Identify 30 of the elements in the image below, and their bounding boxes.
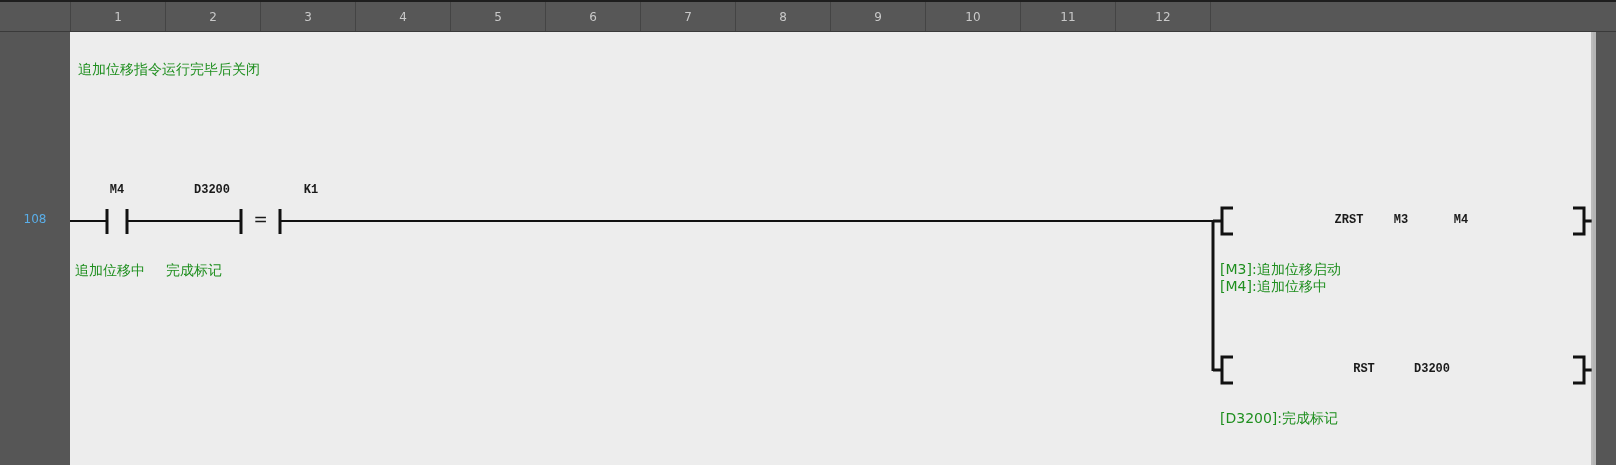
column-number: 11 xyxy=(1021,2,1116,31)
step-number: 108 xyxy=(22,212,48,226)
device-label: M4 xyxy=(109,183,125,197)
device-comment: 完成标记 xyxy=(166,261,222,280)
rung-comment: 追加位移指令运行完毕后关闭 xyxy=(78,60,260,79)
column-number: 8 xyxy=(736,2,831,31)
operand-label: D3200 xyxy=(1414,362,1450,376)
column-number: 1 xyxy=(71,2,166,31)
column-number: 10 xyxy=(926,2,1021,31)
instruction-label: RST xyxy=(1353,362,1375,376)
column-number: 2 xyxy=(166,2,261,31)
column-number: 7 xyxy=(641,2,736,31)
column-number: 4 xyxy=(356,2,451,31)
operand-label: M3 xyxy=(1393,213,1409,227)
column-number: 9 xyxy=(831,2,926,31)
column-number: 12 xyxy=(1116,2,1211,31)
device-comment: [M4]:追加位移中 xyxy=(1220,277,1327,296)
device-comment: [D3200]:完成标记 xyxy=(1220,409,1339,428)
operand-label: M4 xyxy=(1453,213,1469,227)
column-number: 6 xyxy=(546,2,641,31)
instruction-label: ZRST xyxy=(1334,213,1364,227)
device-comment: [M3]:追加位移启动 xyxy=(1220,260,1341,279)
device-comment: 追加位移中 xyxy=(75,261,145,280)
operand-label: K1 xyxy=(303,183,319,197)
compare-symbol xyxy=(239,209,282,234)
column-number: 3 xyxy=(261,2,356,31)
contact-symbol xyxy=(105,209,129,234)
compare-operator: = xyxy=(253,209,268,229)
operand-label: D3200 xyxy=(194,183,230,197)
column-number: 5 xyxy=(451,2,546,31)
